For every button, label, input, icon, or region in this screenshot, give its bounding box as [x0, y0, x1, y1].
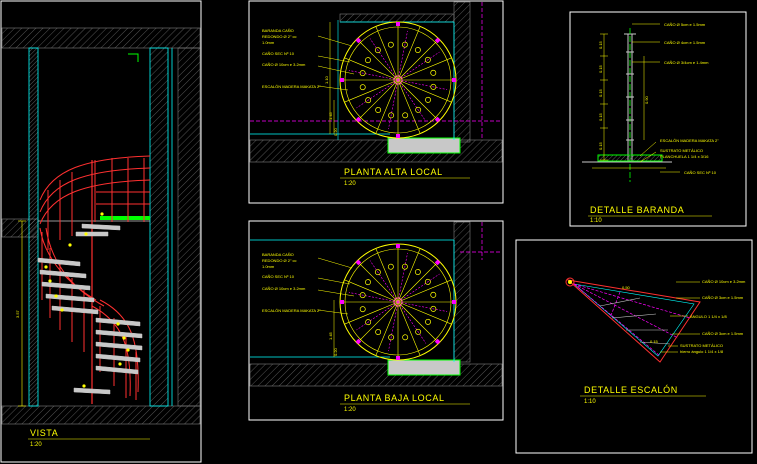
pb-landing-strip	[387, 359, 461, 376]
pb-note-4: CAÑO Ø 10cm e 3.2mm	[262, 286, 306, 291]
detalle-escalon-panel: CAÑO Ø 10cm e 3.2mm CAÑO Ø 3cm e 1.5mm Á…	[515, 239, 753, 454]
pa-note-0: BARANDA CAÑO	[262, 28, 294, 33]
pb-note-5: ESCALÓN MADERA MAKATA 2"	[262, 308, 321, 313]
pa-note-4: CAÑO Ø 10cm e 3.2mm	[262, 62, 306, 67]
pb-note-2: 1.0mm	[262, 264, 275, 269]
vista-right-wall	[149, 47, 169, 407]
planta-alta-title: PLANTA ALTA LOCAL	[344, 167, 443, 177]
vista-height-dim: 3.57	[15, 309, 20, 318]
pa-note-1: REDONDO Ø 2" cc	[262, 34, 297, 39]
detalle-escalon-scale: 1:10	[584, 399, 596, 405]
planta-baja-title: PLANTA BAJA LOCAL	[344, 393, 445, 403]
baranda-dim-4: 0.15	[598, 141, 603, 150]
pa-dim-2: 0.20	[333, 127, 338, 136]
baranda-note-3: ESCALÓN MADERA MAKATA 2"	[660, 138, 719, 143]
pb-dim-0: 1.45	[328, 331, 333, 340]
vista-upper-landing	[100, 216, 150, 220]
escalon-note-5: hierro ángulo 1 1/4 x 1/8	[680, 349, 724, 354]
detalle-baranda-frame	[569, 11, 747, 227]
detalle-baranda-panel: 0.15 0.15 0.15 0.15 0.15 0.90 CAÑO Ø 5cm…	[569, 11, 747, 227]
cad-drawing-sheet: 3.57 VISTA 1:20 BARANDA CAÑO REDONDO Ø 2…	[0, 0, 753, 463]
pb-stair-plan	[339, 243, 457, 361]
pb-note-3: CAÑO SEC Nº 10	[262, 274, 295, 279]
vista-right-wall-outer	[177, 47, 201, 407]
baranda-note-2: CAÑO Ø 3/4cm e 1.4mm	[664, 60, 709, 65]
escalon-note-0: CAÑO Ø 10cm e 3.2mm	[702, 279, 746, 284]
escalon-note-3: CAÑO Ø 3cm e 1.5mm	[702, 331, 744, 336]
pa-landing-strip	[387, 137, 461, 154]
baranda-note-0: CAÑO Ø 5cm e 1.5mm	[664, 22, 706, 27]
baranda-note-5: PLANCHUELA 1 1/4 x 3/16	[660, 154, 709, 159]
escalon-note-1: CAÑO Ø 3cm e 1.5mm	[702, 295, 744, 300]
vista-level-mark	[128, 53, 139, 62]
planta-alta-panel: BARANDA CAÑO REDONDO Ø 2" cc 1.0mm CAÑO …	[248, 0, 504, 204]
escalon-ribs	[573, 283, 691, 357]
escalon-note-4: SUSTRATO METÁLICO	[680, 343, 723, 348]
pb-floor-slab	[249, 363, 503, 387]
vista-left-wall	[28, 47, 39, 407]
pb-dim-1: 0.20	[333, 347, 338, 356]
escalon-dim-1: 0.15	[650, 339, 659, 344]
pb-note-1: REDONDO Ø 2" cc	[262, 258, 297, 263]
baranda-dim-0: 0.15	[598, 40, 603, 49]
vista-ceiling-slab	[1, 27, 201, 49]
pb-note-0: BARANDA CAÑO	[262, 252, 294, 257]
planta-baja-scale: 1:20	[344, 407, 356, 413]
pa-top-wall	[339, 13, 455, 23]
baranda-note-6: CAÑO SEC Nº 10	[684, 170, 717, 175]
pa-note-5: ESCALÓN MADERA MAKATA 2"	[262, 84, 321, 89]
planta-alta-scale: 1:20	[344, 181, 356, 187]
detalle-baranda-title: DETALLE BARANDA	[590, 205, 684, 215]
vista-floor-slab	[1, 405, 201, 425]
baranda-note-4: SUSTRATO METÁLICO	[660, 148, 703, 153]
pa-note-2: 1.0mm	[262, 40, 275, 45]
pa-floor-slab	[249, 139, 503, 163]
baranda-dim-2: 0.15	[598, 88, 603, 97]
pa-dim-1: 1.45	[328, 111, 333, 120]
pa-note-3: CAÑO SEC Nº 10	[262, 51, 295, 56]
detalle-baranda-scale: 1:10	[590, 218, 602, 224]
baranda-dim-3: 0.15	[598, 112, 603, 121]
vista-railing-spiral	[39, 227, 139, 400]
planta-baja-panel: BARANDA CAÑO REDONDO Ø 2" cc 1.0mm CAÑO …	[248, 220, 504, 421]
baranda-dim-5: 0.90	[644, 95, 649, 104]
vista-title: VISTA	[30, 428, 58, 438]
baranda-note-1: CAÑO Ø 4cm e 1.5mm	[664, 40, 706, 45]
escalon-note-2: ÁNGULO 1 1/4 x 1/8	[690, 314, 727, 319]
vista-scale: 1:20	[30, 442, 42, 448]
pa-stair-plan	[339, 21, 457, 139]
pa-dim-0: 1.10	[324, 75, 329, 84]
baranda-dim-1: 0.15	[598, 64, 603, 73]
detalle-escalon-title: DETALLE ESCALÓN	[584, 385, 678, 395]
pb-right-wall	[453, 221, 471, 363]
vista-panel: 3.57 VISTA 1:20	[0, 0, 202, 463]
escalon-dim-0: 0.50	[622, 285, 631, 290]
